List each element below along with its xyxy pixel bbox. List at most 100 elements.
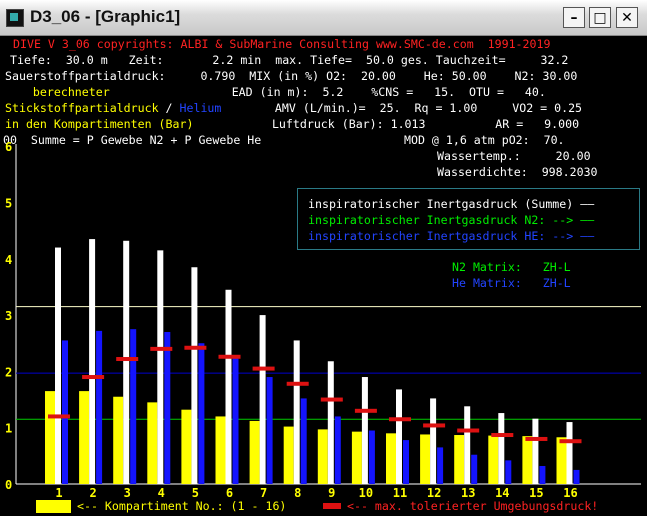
bar-n2 xyxy=(420,434,431,484)
bar-sum xyxy=(464,406,471,484)
y-tick-label: 4 xyxy=(5,253,12,267)
bar-n2 xyxy=(113,396,124,484)
legend-box: inspiratorischer Inertgasdruck (Summe) —… xyxy=(297,188,640,250)
bar-sum xyxy=(293,340,300,484)
bar-sum xyxy=(566,422,573,484)
bar-n2 xyxy=(488,435,499,484)
bar-sum xyxy=(327,361,334,484)
tolerated-marker xyxy=(82,375,105,380)
bar-sum xyxy=(498,413,505,484)
close-icon: ✕ xyxy=(621,10,633,26)
maximize-button[interactable]: □ xyxy=(589,7,611,28)
x-tick-label: 3 xyxy=(124,486,131,500)
bar-he xyxy=(300,398,307,484)
bar-n2 xyxy=(522,436,533,484)
bar-n2 xyxy=(45,391,55,484)
x-tick-label: 8 xyxy=(294,486,301,500)
graphic-canvas: DIVE V 3_06 copyrights: ALBI & SubMarine… xyxy=(3,36,644,513)
bar-sum xyxy=(89,239,96,484)
bar-sum xyxy=(532,418,539,484)
bar-n2 xyxy=(79,391,90,484)
y-tick-label: 5 xyxy=(5,197,12,211)
tolerated-marker xyxy=(559,439,582,444)
tolerated-marker xyxy=(525,436,548,441)
bar-n2 xyxy=(317,429,328,484)
bar-he xyxy=(539,465,546,484)
x-tick-label: 7 xyxy=(260,486,267,500)
close-button[interactable]: ✕ xyxy=(616,7,638,28)
bar-sum xyxy=(55,247,61,484)
minimize-icon: – xyxy=(570,10,578,26)
bar-n2 xyxy=(556,437,567,484)
x-tick-label: 4 xyxy=(158,486,165,500)
bar-sum xyxy=(396,389,402,484)
bar-he xyxy=(198,343,205,484)
bar-n2 xyxy=(147,402,158,484)
bar-he xyxy=(437,447,444,484)
bar-he xyxy=(96,330,103,484)
bar-sum xyxy=(430,398,437,484)
legend-n2: inspiratorischer Inertgasdruck N2: --> —… xyxy=(308,213,595,227)
n2-matrix: N2 Matrix: ZH-L xyxy=(452,260,571,274)
tolerated-marker xyxy=(184,345,207,350)
tolerated-marker xyxy=(116,357,139,362)
bar-he xyxy=(368,430,375,484)
bar-sum xyxy=(123,240,130,484)
bar-n2 xyxy=(283,426,294,484)
bar-sum xyxy=(157,250,164,484)
y-tick-label: 6 xyxy=(5,140,12,154)
tolerated-marker xyxy=(320,397,343,402)
bar-sum xyxy=(259,315,266,484)
tolerated-marker xyxy=(457,428,480,433)
bar-n2 xyxy=(454,435,465,484)
tolerated-marker xyxy=(252,366,275,371)
x-tick-label: 5 xyxy=(192,486,199,500)
x-tick-label: 14 xyxy=(495,486,509,500)
bar-he xyxy=(62,340,68,484)
bar-he xyxy=(164,331,171,484)
bar-he xyxy=(471,454,478,484)
bar-sum xyxy=(225,289,232,484)
x-tick-label: 13 xyxy=(461,486,475,500)
bar-he xyxy=(130,329,137,484)
bar-he xyxy=(232,357,239,484)
maximize-icon: □ xyxy=(593,10,607,26)
bar-he xyxy=(573,469,580,484)
title-bar[interactable]: D3_06 - [Graphic1] – □ ✕ xyxy=(0,0,647,36)
tolerated-marker xyxy=(150,346,173,351)
tolerated-marker xyxy=(423,423,446,428)
x-tick-label: 15 xyxy=(529,486,543,500)
x-tick-label: 2 xyxy=(89,486,96,500)
y-tick-label: 1 xyxy=(5,422,12,436)
he-matrix: He Matrix: ZH-L xyxy=(452,276,571,290)
legend-sum: inspiratorischer Inertgasdruck (Summe) —… xyxy=(308,197,595,211)
x-tick-label: 9 xyxy=(328,486,335,500)
tolerated-marker xyxy=(491,433,514,438)
bar-he xyxy=(505,460,512,484)
minimize-button[interactable]: – xyxy=(563,7,585,28)
y-tick-label: 3 xyxy=(5,309,12,323)
window-title: D3_06 - [Graphic1] xyxy=(30,7,181,26)
y-tick-label: 2 xyxy=(5,365,12,379)
bar-he xyxy=(403,440,409,484)
bar-sum xyxy=(361,377,368,484)
app-icon[interactable] xyxy=(6,9,24,27)
red-swatch xyxy=(323,503,341,509)
legend-he: inspiratorischer Inertgasdruck HE: --> —… xyxy=(308,229,595,243)
bar-he xyxy=(334,416,341,484)
bar-he xyxy=(266,377,273,484)
x-tick-label: 1 xyxy=(55,486,62,500)
compartment-label: <-- Kompartiment No.: (1 - 16) xyxy=(77,499,287,513)
x-tick-label: 16 xyxy=(563,486,577,500)
tolerated-marker xyxy=(389,417,411,422)
bar-n2 xyxy=(386,433,396,484)
tissue-pressure-chart: 01234561 2 3 4 5 6 7 8 9 10 11 12 13 14 15 16 xyxy=(5,140,641,500)
y-tick-label: 0 xyxy=(5,478,12,492)
x-tick-label: 6 xyxy=(226,486,233,500)
x-tick-label: 12 xyxy=(427,486,441,500)
tolerated-marker xyxy=(354,408,377,413)
tolerated-pressure-label: <-- max. tolerierter Umgebungsdruck! xyxy=(347,499,599,513)
bar-n2 xyxy=(351,431,362,484)
bar-n2 xyxy=(181,409,192,484)
tolerated-marker xyxy=(48,414,70,419)
